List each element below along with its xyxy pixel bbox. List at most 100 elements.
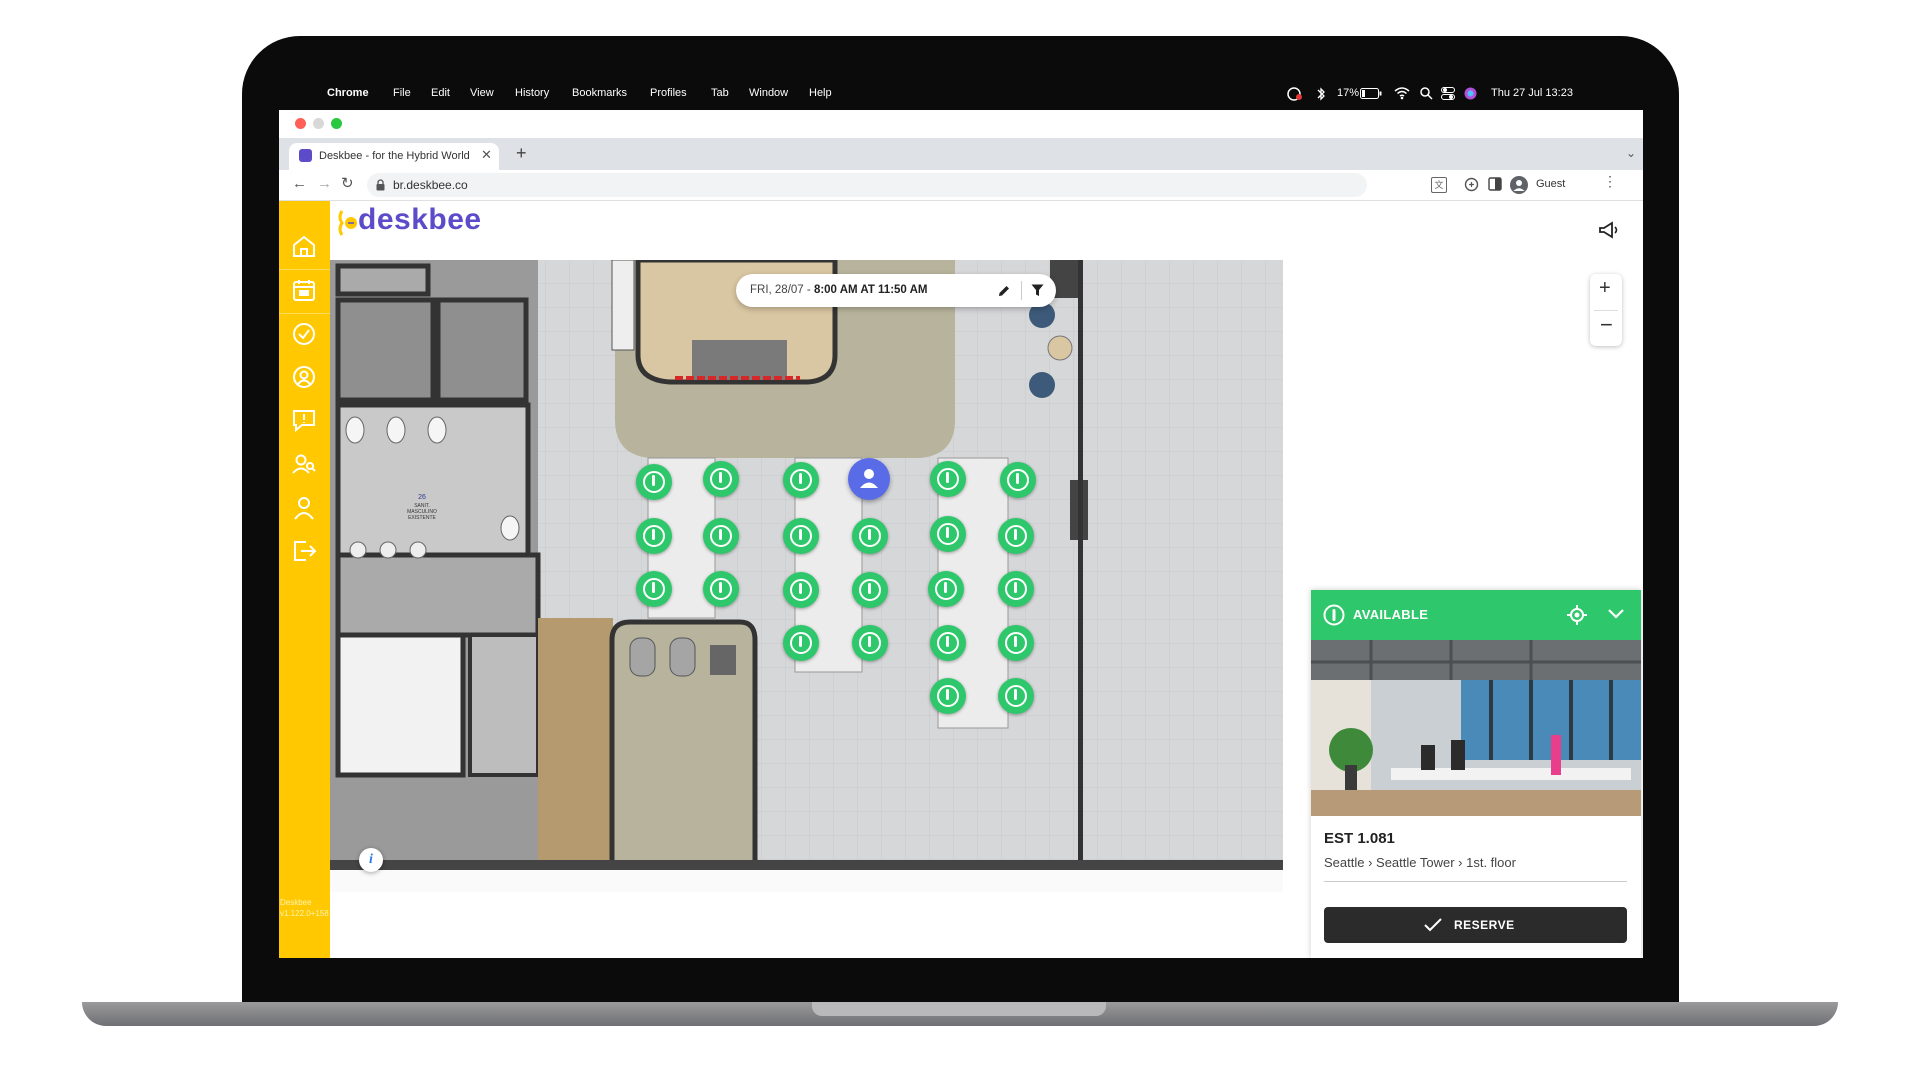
edit-pencil-icon[interactable]: [997, 284, 1011, 298]
lock-icon[interactable]: [376, 179, 385, 191]
desk-pin-available[interactable]: [636, 464, 672, 500]
menu-edit[interactable]: Edit: [431, 87, 450, 99]
menu-bookmarks[interactable]: Bookmarks: [572, 87, 627, 99]
side-panel-icon[interactable]: [1488, 177, 1502, 191]
desk-pin-available[interactable]: [783, 462, 819, 498]
wifi-icon[interactable]: [1394, 86, 1410, 100]
floor-map[interactable]: 26 SANIT. MASCULINO EXISTENTE FRI, 28/07…: [330, 260, 1283, 892]
control-center-icon[interactable]: [1441, 87, 1455, 100]
menu-view[interactable]: View: [470, 87, 494, 99]
desk-detail-panel: AVAILABLE EST 1.081 Seattle › Seattle To…: [1311, 590, 1641, 958]
check-circle-icon[interactable]: [291, 321, 317, 347]
desk-pin-available[interactable]: [998, 571, 1034, 607]
zoom-in-button[interactable]: +: [1599, 277, 1611, 300]
desk-pin-available[interactable]: [930, 678, 966, 714]
desk-pin-available[interactable]: [783, 518, 819, 554]
desk-pin-available[interactable]: [1000, 462, 1036, 498]
menu-file[interactable]: File: [393, 87, 411, 99]
desk-pin-available[interactable]: [998, 518, 1034, 554]
desk-pin-available[interactable]: [852, 572, 888, 608]
zoom-out-button[interactable]: −: [1600, 312, 1613, 338]
menu-history[interactable]: History: [515, 87, 549, 99]
chrome-menu-icon[interactable]: ⋮: [1603, 173, 1617, 190]
desk-pin-available[interactable]: [998, 625, 1034, 661]
new-tab-icon[interactable]: +: [516, 143, 527, 164]
people-search-icon[interactable]: [291, 451, 317, 477]
reserve-label: RESERVE: [1454, 918, 1515, 932]
desk-pin-available[interactable]: [703, 518, 739, 554]
extensions-icon[interactable]: [1464, 177, 1479, 192]
desk-pin-available[interactable]: [930, 516, 966, 552]
menu-tab[interactable]: Tab: [711, 87, 729, 99]
desk-photo: [1311, 640, 1641, 816]
schedule-filter-pill[interactable]: FRI, 28/07 - 8:00 AM AT 11:50 AM: [736, 274, 1056, 307]
desk-pin-available[interactable]: [998, 678, 1034, 714]
desk-pin-available[interactable]: [636, 518, 672, 554]
info-icon[interactable]: i: [359, 848, 383, 872]
desk-pin-available[interactable]: [852, 625, 888, 661]
profile-name: Guest: [1536, 178, 1566, 190]
filter-funnel-icon[interactable]: [1031, 284, 1044, 297]
mac-menubar: Chrome File Edit View History Bookmarks …: [279, 78, 1643, 110]
reserve-button[interactable]: RESERVE: [1324, 907, 1627, 943]
locate-target-icon[interactable]: [1567, 605, 1587, 625]
location-user-icon[interactable]: [291, 364, 317, 390]
cloud-status-icon[interactable]: [1286, 86, 1304, 102]
tab-search-chevron-icon[interactable]: ⌄: [1626, 146, 1636, 160]
window-titlebar: [279, 110, 1643, 138]
person-icon: [860, 469, 878, 488]
translate-icon[interactable]: 文: [1431, 177, 1447, 193]
spotlight-search-icon[interactable]: [1420, 87, 1433, 100]
app-sidebar: Deskbee v1.122.0+158: [279, 201, 330, 958]
browser-tab[interactable]: Deskbee - for the Hybrid World ✕: [289, 143, 499, 170]
app-version: Deskbee v1.122.0+158: [280, 897, 329, 919]
collapse-chevron-icon[interactable]: [1607, 607, 1625, 621]
status-label: AVAILABLE: [1353, 607, 1429, 622]
back-arrow-icon[interactable]: ←: [292, 175, 307, 192]
maximize-window-button[interactable]: [331, 118, 342, 129]
desk-pin-available[interactable]: [703, 571, 739, 607]
home-icon[interactable]: [291, 233, 317, 259]
guest-avatar-icon: [1510, 176, 1528, 194]
room-label-3: EXISTENTE: [408, 515, 436, 521]
omnibox[interactable]: br.deskbee.co: [367, 173, 1367, 197]
minimize-window-button[interactable]: [313, 118, 324, 129]
version-number: v1.122.0+158: [280, 909, 329, 918]
desk-pin-available[interactable]: [783, 625, 819, 661]
tab-strip: Deskbee - for the Hybrid World ✕ + ⌄: [279, 138, 1643, 170]
desk-pin-available[interactable]: [852, 518, 888, 554]
desk-pin-available[interactable]: [636, 571, 672, 607]
logout-icon[interactable]: [291, 538, 317, 564]
desk-pin-available[interactable]: [930, 461, 966, 497]
tab-title: Deskbee - for the Hybrid World: [319, 150, 470, 162]
forward-arrow-icon[interactable]: →: [317, 175, 332, 192]
desk-pin-occupied[interactable]: [848, 458, 890, 500]
schedule-separator: -: [803, 284, 814, 296]
menu-profiles[interactable]: Profiles: [650, 87, 687, 99]
alert-chat-icon[interactable]: [291, 407, 317, 433]
menu-help[interactable]: Help: [809, 87, 832, 99]
calendar-icon[interactable]: [291, 277, 317, 303]
laptop-notch: [812, 1002, 1106, 1016]
desk-pin-available[interactable]: [930, 625, 966, 661]
profile-chip[interactable]: Guest: [1506, 173, 1576, 197]
user-icon[interactable]: [291, 495, 317, 521]
desk-pin-available[interactable]: [783, 572, 819, 608]
url-text[interactable]: br.deskbee.co: [393, 178, 468, 192]
menu-window[interactable]: Window: [749, 87, 788, 99]
menu-app-name[interactable]: Chrome: [327, 87, 369, 99]
status-header: AVAILABLE: [1311, 590, 1641, 640]
battery-icon[interactable]: [1360, 88, 1382, 100]
desk-pin-available[interactable]: [928, 571, 964, 607]
close-window-button[interactable]: [295, 118, 306, 129]
reload-icon[interactable]: ↻: [341, 174, 354, 192]
close-tab-icon[interactable]: ✕: [481, 147, 492, 163]
available-status-icon: [1323, 604, 1345, 626]
screen: Chrome File Edit View History Bookmarks …: [279, 78, 1643, 958]
siri-icon[interactable]: [1464, 87, 1477, 100]
menubar-datetime[interactable]: Thu 27 Jul 13:23: [1491, 87, 1573, 99]
megaphone-icon[interactable]: [1597, 221, 1619, 239]
desk-pin-available[interactable]: [703, 461, 739, 497]
schedule-date: FRI, 28/07: [750, 284, 804, 296]
bluetooth-icon[interactable]: [1316, 86, 1326, 102]
